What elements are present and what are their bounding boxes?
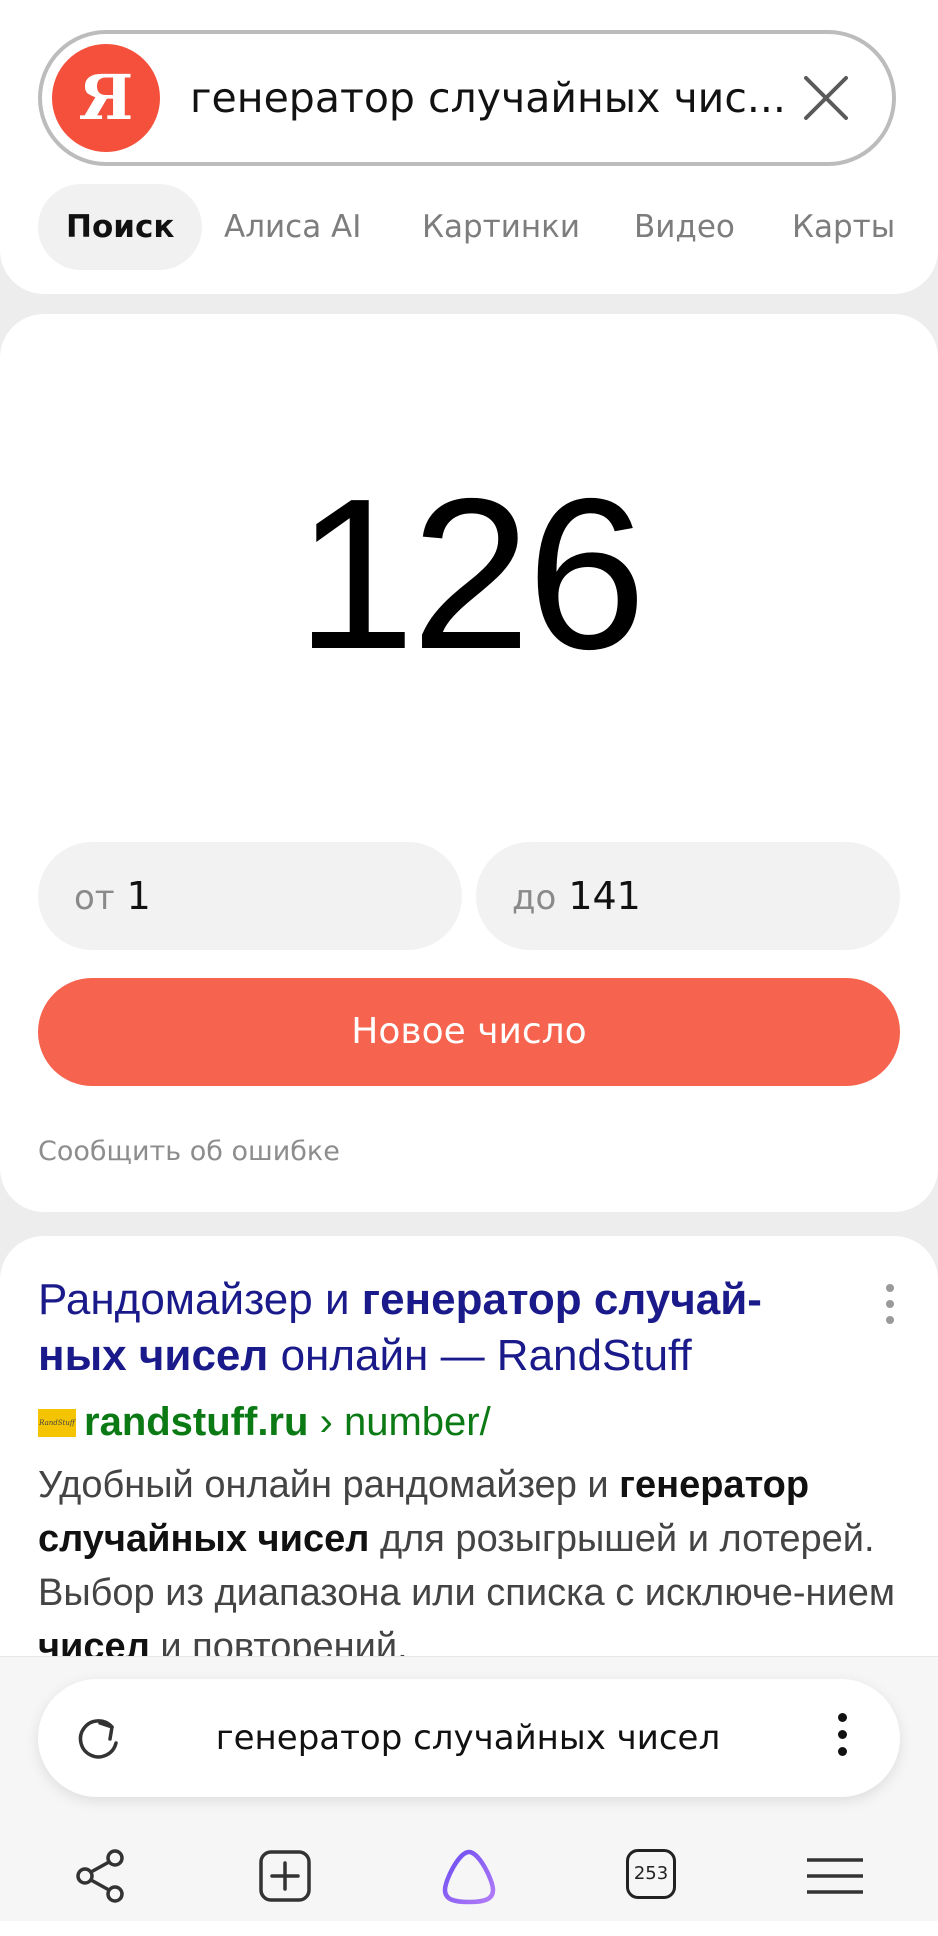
alice-icon: [442, 1849, 496, 1905]
more-vert-icon[interactable]: [834, 1713, 850, 1765]
browser-bottom-panel: генератор случайных чисел 253: [0, 1656, 938, 1921]
result-snippet: Удобный онлайн рандомайзер и генератор с…: [38, 1458, 898, 1674]
search-box[interactable]: Я генератор случайных чис...: [38, 30, 896, 166]
tab-video[interactable]: Видео: [634, 184, 735, 270]
result-title-part1[interactable]: Рандомайзер и: [38, 1275, 362, 1324]
close-icon[interactable]: [798, 70, 854, 126]
random-number-widget: 126 от 1 до 141 Новое число Сообщить об ош…: [0, 314, 938, 1212]
tab-images[interactable]: Картинки: [422, 184, 580, 270]
menu-button[interactable]: [790, 1831, 880, 1921]
snippet-text-1: Удобный онлайн рандомайзер и: [38, 1464, 620, 1506]
reload-icon[interactable]: [72, 1713, 124, 1765]
share-icon: [76, 1849, 124, 1903]
new-tab-icon: [259, 1850, 311, 1902]
tab-search[interactable]: Поиск: [38, 184, 203, 270]
report-error-link[interactable]: Сообщить об ошибке: [38, 1136, 340, 1167]
range-to-value[interactable]: 141: [568, 874, 641, 918]
browser-omnibox[interactable]: генератор случайных чисел: [38, 1679, 900, 1797]
header-card: Я генератор случайных чис... Поиск Алиса…: [0, 0, 938, 294]
yandex-logo-icon[interactable]: Я: [52, 44, 160, 152]
omnibox-query[interactable]: генератор случайных чисел: [138, 1679, 798, 1797]
random-number-result: 126: [295, 453, 647, 694]
share-button[interactable]: [56, 1831, 146, 1921]
browser-nav-bar: 253: [0, 1831, 938, 1921]
range-to-field[interactable]: до 141: [476, 842, 900, 950]
search-query-text[interactable]: генератор случайных чис...: [190, 34, 790, 162]
result-title-link[interactable]: Рандомайзер и генератор случай-ных чисел…: [38, 1272, 848, 1384]
range-from-field[interactable]: от 1: [38, 842, 462, 950]
range-from-value[interactable]: 1: [127, 874, 151, 918]
result-path[interactable]: › number/: [308, 1400, 491, 1444]
range-from-prefix: от: [74, 878, 115, 918]
result-url[interactable]: RandStuff randstuff.ru › number/: [38, 1400, 491, 1454]
randstuff-favicon-icon: RandStuff: [38, 1408, 76, 1437]
tab-alice-ai[interactable]: Алиса AI: [224, 184, 361, 270]
range-to-prefix: до: [512, 878, 557, 918]
menu-icon: [807, 1858, 863, 1894]
result-title-part2[interactable]: онлайн — RandStuff: [268, 1331, 692, 1380]
tabs-count-icon: 253: [626, 1849, 676, 1899]
result-domain[interactable]: randstuff.ru: [84, 1400, 308, 1444]
alice-button[interactable]: [424, 1831, 514, 1921]
new-number-button[interactable]: Новое число: [38, 978, 900, 1086]
tab-maps[interactable]: Карты: [792, 184, 895, 270]
more-vert-icon[interactable]: [884, 1284, 896, 1332]
new-tab-button[interactable]: [240, 1831, 330, 1921]
tabs-button[interactable]: 253: [606, 1831, 696, 1921]
